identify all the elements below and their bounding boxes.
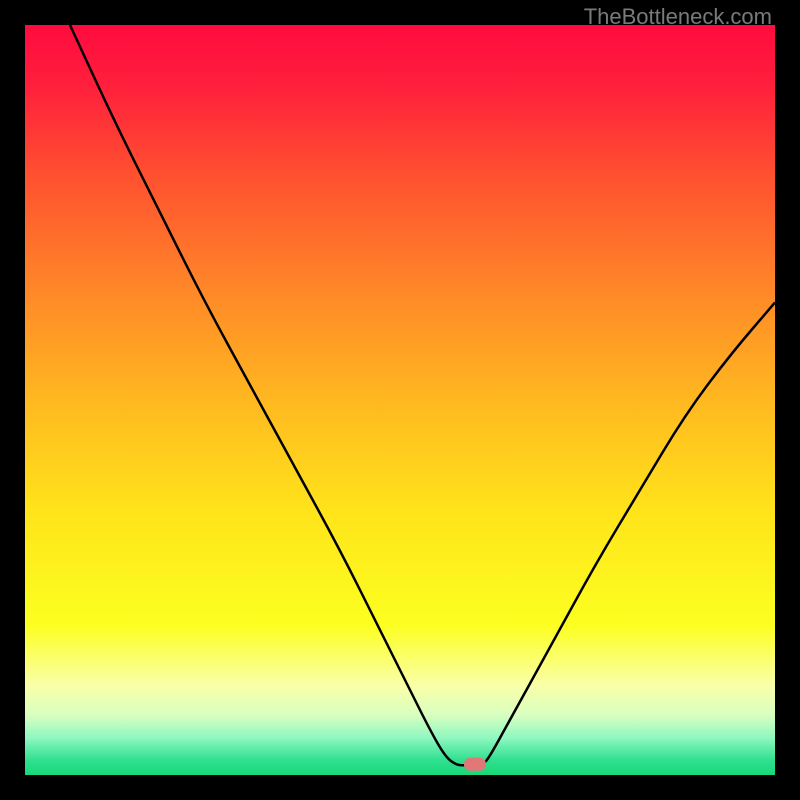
chart-background — [25, 25, 775, 775]
optimal-marker — [464, 758, 486, 771]
watermark-text: TheBottleneck.com — [584, 4, 772, 30]
chart-frame: TheBottleneck.com — [0, 0, 800, 800]
plot-area — [25, 25, 775, 775]
chart-svg — [25, 25, 775, 775]
